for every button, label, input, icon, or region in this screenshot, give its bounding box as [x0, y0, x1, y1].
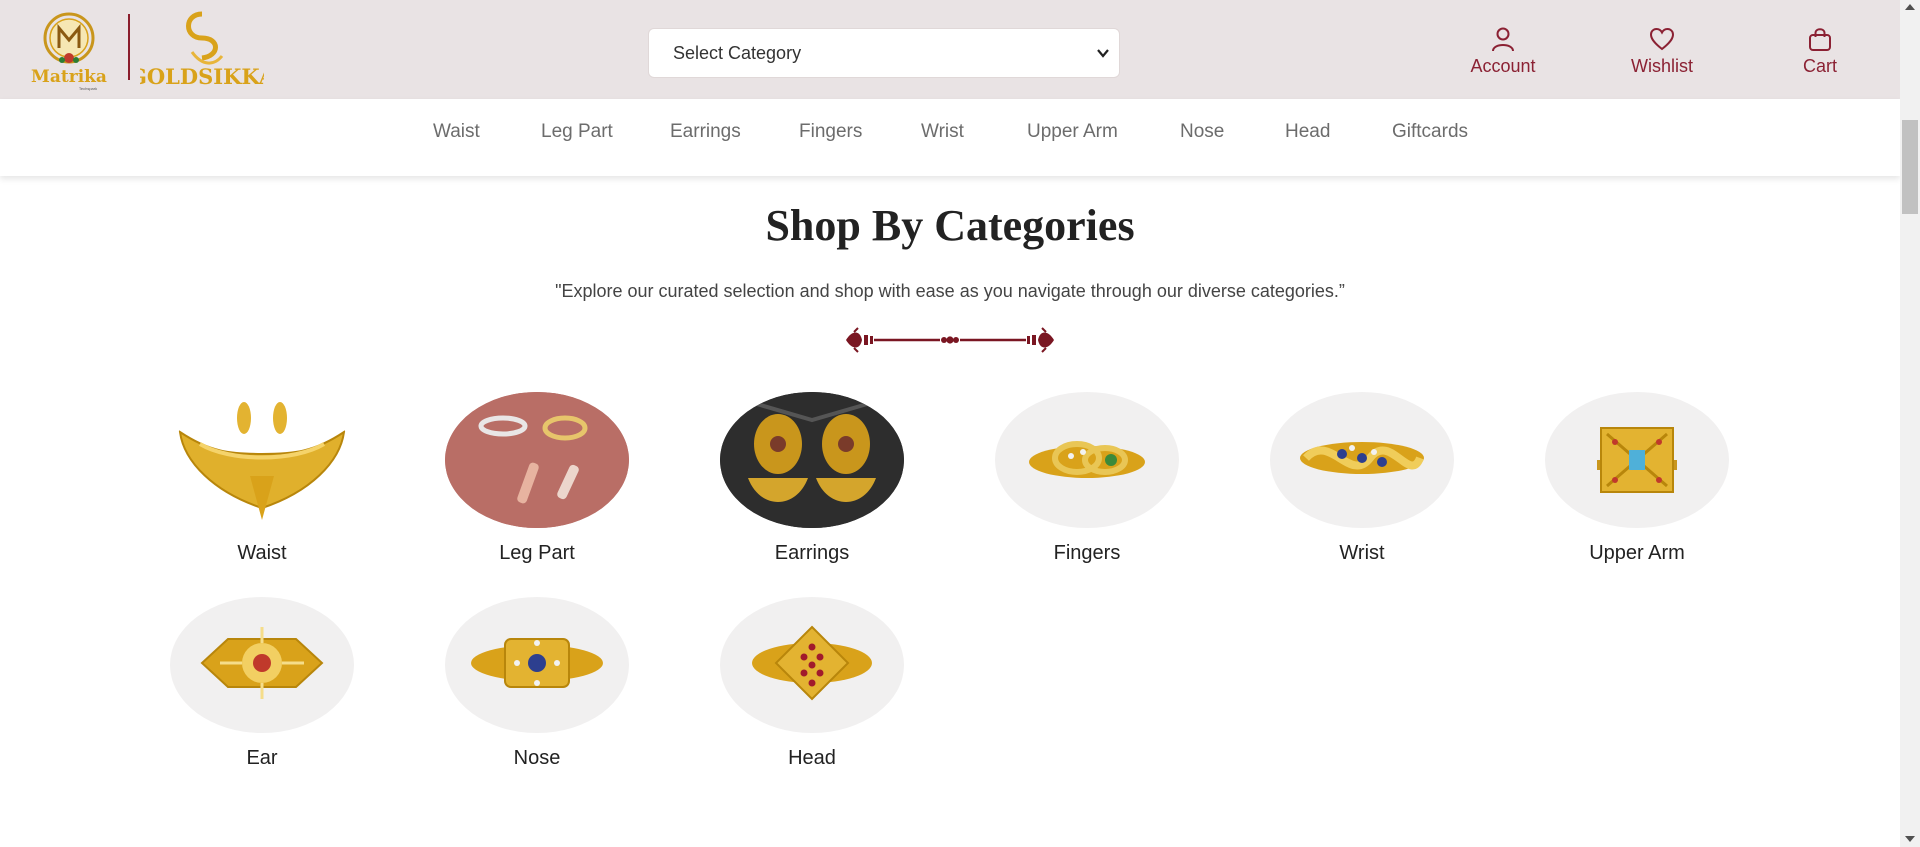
section-title: Shop By Categories — [765, 201, 1135, 250]
nav-item-giftcards[interactable]: Giftcards — [1392, 121, 1468, 143]
category-image-head — [720, 597, 904, 733]
nav-item-wrist[interactable]: Wrist — [921, 121, 964, 143]
ornament-divider-icon — [846, 327, 1054, 353]
category-card-head[interactable]: Head — [712, 597, 912, 772]
category-label-leg-part: Leg Part — [499, 542, 575, 564]
nav-item-leg-part[interactable]: Leg Part — [541, 121, 613, 143]
category-label-fingers: Fingers — [1053, 542, 1121, 564]
bag-icon — [1809, 28, 1831, 51]
category-card-upper-arm[interactable]: Upper Arm — [1537, 392, 1737, 567]
category-image-wrist — [1270, 392, 1454, 528]
nav-item-head[interactable]: Head — [1285, 121, 1330, 143]
goldsikka-brand-text: GOLDSIKKA — [140, 64, 264, 89]
category-select-value: Select Category — [673, 42, 802, 63]
category-card-wrist[interactable]: Wrist — [1262, 392, 1462, 567]
category-select[interactable]: Select Category — [648, 28, 1120, 78]
scroll-down-arrow-icon[interactable] — [1905, 836, 1915, 842]
account-button[interactable]: Account — [1448, 26, 1558, 82]
category-label-nose: Nose — [513, 747, 561, 769]
section-subtitle: "Explore our curated selection and shop … — [555, 281, 1345, 301]
category-image-nose — [445, 597, 629, 733]
nav-item-nose[interactable]: Nose — [1180, 121, 1224, 143]
nav-item-fingers[interactable]: Fingers — [799, 121, 862, 143]
category-nav: Waist Leg Part Earrings Fingers Wrist Up… — [0, 99, 1900, 176]
nav-item-waist[interactable]: Waist — [433, 121, 480, 143]
category-image-fingers — [995, 392, 1179, 528]
category-image-ear — [170, 597, 354, 733]
category-card-waist[interactable]: Waist — [162, 392, 362, 567]
matrika-brand-text: Matrika — [31, 67, 107, 87]
scroll-up-arrow-icon[interactable] — [1905, 4, 1915, 10]
nav-item-upper-arm[interactable]: Upper Arm — [1027, 121, 1118, 143]
chevron-down-icon — [1097, 49, 1109, 58]
page: Matrika Techspark GOLDSIKKA Select Categ… — [0, 0, 1920, 847]
category-card-leg-part[interactable]: Leg Part — [437, 392, 637, 567]
cart-label: Cart — [1802, 56, 1837, 76]
scrollbar-thumb[interactable] — [1902, 120, 1918, 214]
nav-item-earrings[interactable]: Earrings — [670, 121, 741, 143]
category-label-upper-arm: Upper Arm — [1589, 542, 1685, 564]
cart-button[interactable]: Cart — [1765, 26, 1875, 82]
category-label-wrist: Wrist — [1339, 542, 1385, 564]
category-label-earrings: Earrings — [774, 542, 850, 564]
matrika-tagline: Techspark — [79, 86, 97, 91]
category-card-ear[interactable]: Ear — [162, 597, 362, 772]
category-image-upper-arm — [1545, 392, 1729, 528]
category-image-leg-part — [445, 392, 629, 528]
category-card-nose[interactable]: Nose — [437, 597, 637, 772]
heart-icon — [1649, 27, 1675, 51]
top-header: Matrika Techspark GOLDSIKKA Select Categ… — [0, 0, 1900, 99]
wishlist-button[interactable]: Wishlist — [1607, 26, 1717, 82]
category-card-earrings[interactable]: Earrings — [712, 392, 912, 567]
account-label: Account — [1470, 56, 1536, 76]
goldsikka-logo[interactable]: GOLDSIKKA — [140, 8, 264, 92]
wishlist-label: Wishlist — [1631, 56, 1693, 76]
matrika-logo[interactable]: Matrika Techspark — [24, 8, 114, 92]
category-card-fingers[interactable]: Fingers — [987, 392, 1187, 567]
logo-divider — [128, 14, 130, 80]
category-label-waist: Waist — [237, 542, 287, 564]
category-label-head: Head — [788, 747, 836, 769]
category-label-ear: Ear — [246, 747, 278, 769]
user-icon — [1492, 27, 1514, 52]
category-image-earrings — [720, 392, 904, 528]
category-image-waist — [170, 392, 354, 528]
